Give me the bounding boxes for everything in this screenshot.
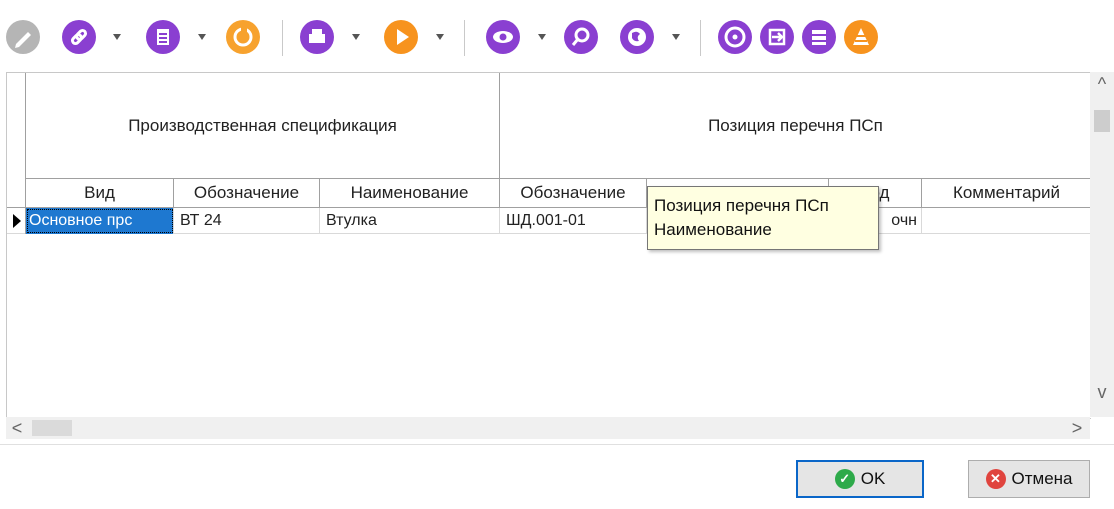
link-icon[interactable] <box>62 20 96 54</box>
cell-comment[interactable] <box>922 208 1091 234</box>
eye-icon[interactable] <box>486 20 520 54</box>
pencil-icon[interactable] <box>6 20 40 54</box>
scroll-down-icon[interactable]: v <box>1090 380 1114 404</box>
column-header-name[interactable]: Наименование <box>320 179 500 208</box>
clipboard-dropdown-arrow[interactable] <box>198 34 206 40</box>
search-icon[interactable] <box>564 20 598 54</box>
toolbar <box>0 0 1114 72</box>
cancel-button[interactable]: ✕ Отмена <box>968 460 1090 498</box>
column-tooltip: Позиция перечня ПСп Наименование <box>647 186 879 250</box>
clipboard-icon[interactable] <box>146 20 180 54</box>
cancel-button-label: Отмена <box>1011 469 1073 488</box>
footer-divider <box>0 444 1114 445</box>
toolbar-separator <box>464 20 465 56</box>
toolbar-separator <box>282 20 283 56</box>
printer-dropdown-arrow[interactable] <box>352 34 360 40</box>
play-icon[interactable] <box>384 20 418 54</box>
link-dropdown-arrow[interactable] <box>113 34 121 40</box>
close-icon: ✕ <box>985 469 1006 489</box>
ok-button-label: OK <box>860 469 886 488</box>
horizontal-scroll-thumb[interactable] <box>32 420 72 436</box>
group-header-psp-position: Позиция перечня ПСп <box>500 73 1091 179</box>
play-dropdown-arrow[interactable] <box>436 34 444 40</box>
refresh-icon[interactable] <box>226 20 260 54</box>
horizontal-scrollbar[interactable]: < > <box>6 417 1090 439</box>
vertical-scrollbar[interactable]: ^ v <box>1090 72 1114 417</box>
scroll-left-icon[interactable]: < <box>6 417 28 439</box>
check-icon: ✓ <box>834 469 855 489</box>
cell-vid[interactable]: Основное прс <box>26 208 174 234</box>
group-header-production-spec: Производственная спецификация <box>26 73 500 179</box>
column-header-vid[interactable]: Вид <box>26 179 174 208</box>
export-icon[interactable] <box>760 20 794 54</box>
column-header-psp-designation[interactable]: Обозначение <box>500 179 647 208</box>
grid-corner <box>7 73 26 208</box>
scroll-right-icon[interactable]: > <box>1066 417 1088 439</box>
cell-name[interactable]: Втулка <box>320 208 500 234</box>
disc-icon[interactable] <box>718 20 752 54</box>
ok-button[interactable]: ✓ OK <box>796 460 924 498</box>
eye-dropdown-arrow[interactable] <box>538 34 546 40</box>
vertical-scroll-thumb[interactable] <box>1094 110 1110 132</box>
scroll-up-icon[interactable]: ^ <box>1090 72 1114 96</box>
database-icon[interactable] <box>802 20 836 54</box>
tooltip-line-2: Наименование <box>654 220 772 239</box>
tooltip-line-1: Позиция перечня ПСп <box>654 196 829 215</box>
data-grid: Производственная спецификация Позиция пе… <box>6 72 1091 419</box>
printer-icon[interactable] <box>300 20 334 54</box>
toolbar-separator <box>700 20 701 56</box>
globe-dropdown-arrow[interactable] <box>672 34 680 40</box>
cone-icon[interactable] <box>844 20 878 54</box>
cell-psp-designation[interactable]: ШД.001-01 <box>500 208 647 234</box>
row-indicator-icon <box>7 208 26 234</box>
globe-icon[interactable] <box>620 20 654 54</box>
column-header-comment[interactable]: Комментарий <box>922 179 1091 208</box>
table-row[interactable]: Основное прс ВТ 24 Втулка ШД.001-01 очн <box>7 208 1091 234</box>
column-header-designation[interactable]: Обозначение <box>174 179 320 208</box>
cell-designation[interactable]: ВТ 24 <box>174 208 320 234</box>
